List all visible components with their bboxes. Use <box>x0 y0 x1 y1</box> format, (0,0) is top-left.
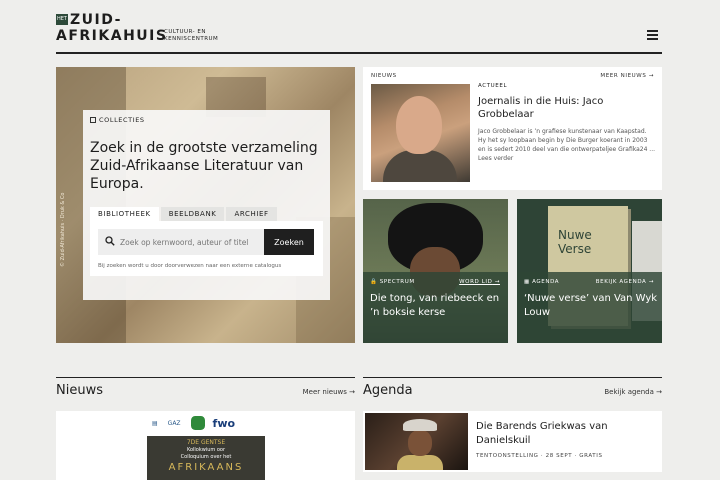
lock-icon: 🔒 <box>370 279 380 285</box>
tab-bibliotheek[interactable]: BIBLIOTHEEK <box>90 207 159 222</box>
tile-title[interactable]: ‘Nuwe verse’ van Van Wyk Louw <box>524 292 658 320</box>
collecties-label: COLLECTIES <box>90 116 145 124</box>
search-input[interactable] <box>120 229 260 255</box>
search-button[interactable]: Zoeken <box>264 229 314 255</box>
word-lid-text: WORD LID <box>459 279 493 285</box>
logo-sub-line1: CULTUUR- EN <box>164 29 207 35</box>
collecties-text: COLLECTIES <box>99 116 145 124</box>
agenda-meta: TENTOONSTELLING · 28 SEPT · GRATIS <box>476 453 603 459</box>
agenda-section-header: Agenda Bekijk agenda → <box>363 377 662 398</box>
agenda-tile[interactable]: Nuwe Verse ▦ AGENDA BEKIJK AGENDA → ‘Nuw… <box>517 199 662 343</box>
read-more-link[interactable]: Lees verder <box>478 155 513 162</box>
more-news-link[interactable]: MEER NIEUWS → <box>600 73 654 79</box>
nieuws-section-header: Nieuws Meer nieuws → <box>56 377 355 398</box>
photo-face <box>408 430 432 456</box>
logo-line2: AFRIKAHUIS <box>56 28 168 44</box>
news-excerpt-text: Jaco Grobbelaar is ’n grafiese kunstenaa… <box>478 128 656 153</box>
agenda-photo <box>365 413 468 470</box>
news-section-label: NIEUWS <box>371 73 397 79</box>
hamburger-menu-icon[interactable] <box>647 30 658 40</box>
calendar-icon: ▦ <box>524 279 533 285</box>
news-title[interactable]: Joernalis in die Huis: Jaco Grobbelaar <box>478 95 653 121</box>
fwo-logo: fwo <box>212 416 236 430</box>
hero-collection-search: © Zuid-Afrikahuis · Druk & Co COLLECTIES… <box>56 67 355 343</box>
news-list-card[interactable]: ▤ GAZ fwo 7DE GENTSE Kollokwium oor Coll… <box>56 411 355 480</box>
poster-line2: Kollokwium oor <box>186 447 226 453</box>
featured-news-card[interactable]: NIEUWS MEER NIEUWS → ACTUEEL Joernalis i… <box>363 67 662 190</box>
photo-hat <box>403 419 437 431</box>
agenda-date: 28 SEPT <box>545 453 573 459</box>
partner-logos: ▤ GAZ fwo <box>152 416 245 430</box>
search-box: Zoeken Bij zoeken wordt u door doorverwe… <box>90 221 323 276</box>
photo-shirt <box>397 455 443 470</box>
meer-nieuws-link[interactable]: Meer nieuws → <box>303 388 355 396</box>
search-note: Bij zoeken wordt u door doorverwezen naa… <box>98 263 282 269</box>
africa-logo-icon <box>190 416 205 430</box>
spectrum-tile[interactable]: 🔒 SPECTRUM WORD LID → Die tong, van rieb… <box>363 199 508 343</box>
site-logo[interactable]: HET ZUID- AFRIKAHUIS CULTUUR- EN KENNISC… <box>56 12 256 48</box>
news-category: ACTUEEL <box>478 83 508 89</box>
logo-line1: ZUID- <box>70 12 122 28</box>
nieuws-heading: Nieuws <box>56 383 103 398</box>
colloquium-poster: 7DE GENTSE Kollokwium oor Colloquium ove… <box>147 436 265 480</box>
agenda-item[interactable]: Die Barends Griekwas van Danielskuil TEN… <box>363 411 662 472</box>
news-excerpt: Jaco Grobbelaar is ’n grafiese kunstenaa… <box>478 127 656 163</box>
logo-sub-line2: KENNISCENTRUM <box>164 36 219 42</box>
hero-title: Zoek in de grootste verzameling Zuid-Afr… <box>90 140 318 192</box>
tile-category: 🔒 SPECTRUM <box>370 279 415 285</box>
book-title: Nuwe Verse <box>558 228 592 256</box>
search-tabs: BIBLIOTHEEK BEELDBANK ARCHIEF <box>90 207 279 222</box>
poster-line1: 7DE GENTSE <box>186 439 226 446</box>
agenda-price: GRATIS <box>579 453 603 459</box>
tile-title[interactable]: Die tong, van riebeeck en ’n boksie kers… <box>370 292 504 320</box>
arrow-right-icon: → <box>646 279 654 285</box>
book-icon <box>90 117 96 123</box>
bekijk-agenda-bottom-link[interactable]: Bekijk agenda → <box>604 388 662 396</box>
bekijk-agenda-bottom-text: Bekijk agenda <box>604 388 654 396</box>
news-photo <box>371 84 470 182</box>
tile-category-text: SPECTRUM <box>379 279 415 285</box>
logo-het-badge: HET <box>56 14 68 25</box>
search-icon <box>105 236 115 246</box>
bekijk-agenda-link[interactable]: BEKIJK AGENDA → <box>596 279 654 285</box>
agenda-heading: Agenda <box>363 383 413 398</box>
tile-category-text: AGENDA <box>532 279 560 285</box>
poster-line4: AFRIKAANS <box>168 462 244 473</box>
gaz-logo: GAZ <box>167 419 181 427</box>
word-lid-link[interactable]: WORD LID → <box>459 279 500 285</box>
tile-category: ▦ AGENDA <box>524 279 559 285</box>
logo-subtitle: CULTUUR- EN KENNISCENTRUM <box>164 29 234 43</box>
search-card: COLLECTIES Zoek in de grootste verzameli… <box>83 110 330 300</box>
search-field: Zoeken <box>98 229 314 255</box>
arrow-right-icon: → <box>346 388 355 396</box>
university-logo-icon: ▤ <box>152 419 158 427</box>
more-news-text: MEER NIEUWS <box>600 73 647 79</box>
arrow-right-icon: → <box>653 388 662 396</box>
bekijk-agenda-text: BEKIJK AGENDA <box>595 279 647 285</box>
hero-photo-caption: © Zuid-Afrikahuis · Druk & Co <box>60 192 66 267</box>
arrow-right-icon: → <box>648 73 654 79</box>
photo-face <box>396 96 442 154</box>
site-header: HET ZUID- AFRIKAHUIS CULTUUR- EN KENNISC… <box>56 12 662 54</box>
meer-nieuws-text: Meer nieuws <box>302 388 347 396</box>
agenda-title[interactable]: Die Barends Griekwas van Danielskuil <box>476 420 656 448</box>
arrow-right-icon: → <box>492 279 500 285</box>
tab-archief[interactable]: ARCHIEF <box>226 207 277 222</box>
tile-overlay: ▦ AGENDA BEKIJK AGENDA → ‘Nuwe verse’ va… <box>517 272 662 343</box>
poster-line3: Colloquium over het <box>180 454 232 460</box>
tab-beeldbank[interactable]: BEELDBANK <box>160 207 225 222</box>
photo-shirt <box>383 150 457 182</box>
agenda-category: TENTOONSTELLING <box>476 453 539 459</box>
tile-overlay: 🔒 SPECTRUM WORD LID → Die tong, van rieb… <box>363 272 508 343</box>
